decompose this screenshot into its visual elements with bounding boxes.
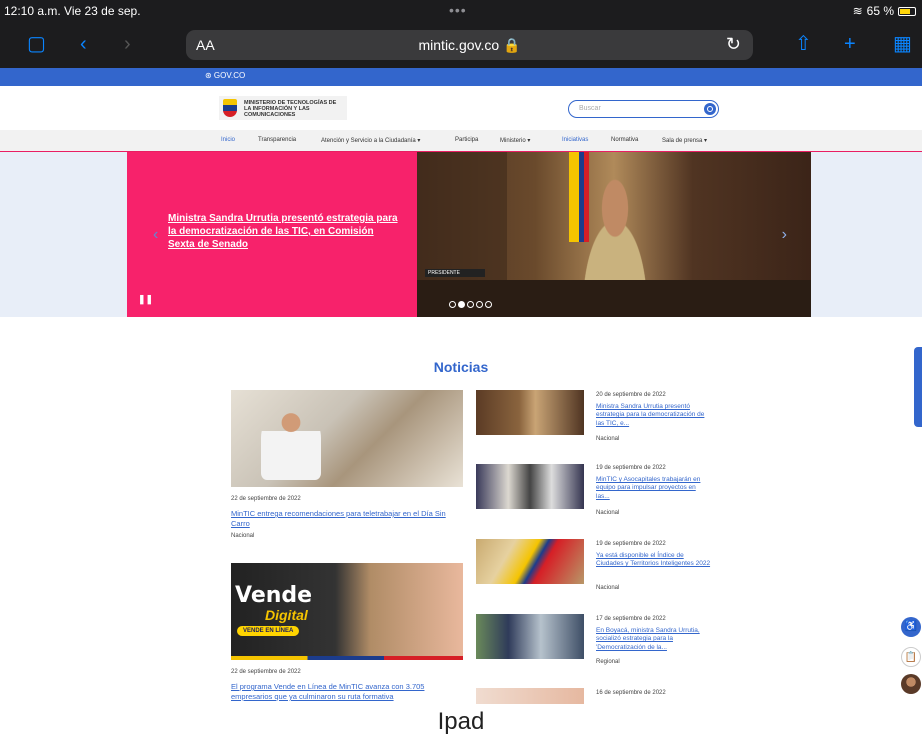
gov-co-link[interactable]: ⊛ GOV.CO (205, 71, 245, 80)
carousel-dot-active[interactable] (458, 301, 465, 308)
mintic-logo[interactable]: MINISTERIO DE TECNOLOGÍAS DE LA INFORMAC… (219, 96, 347, 120)
news-image-teletrabajo[interactable] (231, 390, 463, 487)
photo-desk (417, 280, 811, 317)
digital-word: Digital (265, 607, 308, 623)
share-icon[interactable]: ⇧ (795, 33, 812, 55)
accessibility-icon: ♿ (904, 621, 918, 632)
nav-item-transparencia[interactable]: Transparencia (258, 137, 296, 143)
presidente-plate: PRESIDENTE (425, 269, 485, 277)
news-category: Nacional (231, 533, 255, 539)
nav-item-inicio[interactable]: Inicio (221, 137, 235, 143)
carousel-indicators (449, 301, 492, 308)
forward-icon[interactable]: › (124, 33, 131, 55)
news-date: 20 de septiembre de 2022 (596, 392, 666, 398)
sidebar-icon[interactable]: ▢ (27, 33, 46, 55)
news-date: 16 de septiembre de 2022 (596, 690, 666, 696)
news-category: Nacional (596, 510, 620, 516)
news-date: 19 de septiembre de 2022 (596, 541, 666, 547)
news-image-vende-digital[interactable]: Vende Digital VENDE EN LÍNEA (231, 563, 463, 660)
url-text[interactable]: mintic.gov.co 🔒 (186, 37, 753, 54)
carousel-dot[interactable] (476, 301, 483, 308)
carousel-prev-icon[interactable]: ‹ (153, 226, 158, 244)
address-bar[interactable]: AA mintic.gov.co 🔒 ↻ (186, 30, 753, 60)
colombia-stripe (231, 656, 463, 660)
add-tab-icon[interactable]: + (844, 33, 856, 55)
nav-item-iniciativas[interactable]: Iniciativas (562, 137, 588, 143)
search-icon[interactable] (704, 103, 716, 115)
ipad-screenshot: 12:10 a.m. Vie 23 de sep. ••• ≋ 65 % ▢ ‹… (0, 0, 922, 736)
tabs-icon[interactable]: ▦ (893, 33, 912, 55)
safari-toolbar: ▢ ‹ › AA mintic.gov.co 🔒 ↻ ⇧ + ▦ (0, 22, 922, 68)
hero-text-panel: ‹ Ministra Sandra Urrutia presentó estra… (127, 152, 417, 317)
battery-percent: 65 % (866, 4, 894, 18)
news-title-link[interactable]: MinTIC entrega recomendaciones para tele… (231, 509, 461, 529)
news-date: 22 de septiembre de 2022 (231, 496, 301, 502)
reload-icon[interactable]: ↻ (726, 34, 741, 55)
status-right: ≋ 65 % (853, 4, 916, 18)
multitask-dots[interactable]: ••• (449, 2, 467, 18)
news-category: Nacional (596, 585, 620, 591)
news-category: Nacional (596, 436, 620, 442)
site-header: MINISTERIO DE TECNOLOGÍAS DE LA INFORMAC… (0, 86, 922, 130)
nav-item-participa[interactable]: Participa (455, 137, 478, 143)
vende-word: Vende (235, 583, 313, 608)
accessibility-sidebar[interactable] (914, 347, 922, 427)
vende-en-linea-badge: VENDE EN LÍNEA (237, 626, 300, 636)
avatar[interactable] (901, 674, 921, 694)
nav-item-ministerio[interactable]: Ministerio ▾ (500, 137, 530, 144)
news-thumb[interactable] (476, 614, 584, 659)
news-category: Regional (596, 659, 620, 665)
carousel-next-icon[interactable]: › (782, 226, 787, 244)
colombia-crest-icon (223, 99, 237, 117)
clipboard-button[interactable]: 📋 (901, 647, 921, 667)
clipboard-icon: 📋 (904, 652, 918, 663)
news-date: 22 de septiembre de 2022 (231, 669, 301, 675)
news-title-link[interactable]: El programa Vende en Línea de MinTIC ava… (231, 682, 461, 702)
news-thumb[interactable] (476, 539, 584, 584)
hero-photo[interactable]: PRESIDENTE › (417, 152, 811, 317)
news-title-link[interactable]: Ya está disponible el Índice de Ciudades… (596, 552, 711, 569)
gov-co-bar: ⊛ GOV.CO (0, 68, 922, 86)
nav-item-sala-de-prensa[interactable]: Sala de prensa ▾ (662, 137, 707, 144)
news-date: 19 de septiembre de 2022 (596, 465, 666, 471)
accessibility-button[interactable]: ♿ (901, 617, 921, 637)
news-title-link[interactable]: Ministra Sandra Urrutia presentó estrate… (596, 403, 711, 428)
news-title-link[interactable]: MinTIC y Asocapitales trabajarán en equi… (596, 476, 711, 501)
wifi-icon: ≋ (852, 4, 863, 18)
nav-item-atencion[interactable]: Atención y Servicio a la Ciudadanía ▾ (321, 137, 420, 144)
status-time: 12:10 a.m. Vie 23 de sep. (4, 4, 141, 18)
news-date: 17 de septiembre de 2022 (596, 616, 666, 622)
carousel-dot[interactable] (449, 301, 456, 308)
battery-icon (898, 6, 916, 16)
logo-text: MINISTERIO DE TECNOLOGÍAS DE LA INFORMAC… (244, 100, 337, 118)
hero-headline-link[interactable]: Ministra Sandra Urrutia presentó estrate… (168, 212, 403, 251)
noticias-heading: Noticias (433, 359, 489, 375)
back-icon[interactable]: ‹ (80, 33, 87, 55)
nav-item-normativa[interactable]: Normativa (611, 137, 638, 143)
search-field[interactable]: Buscar (568, 100, 719, 118)
search-placeholder: Buscar (579, 105, 601, 112)
caption: Ipad (0, 704, 922, 736)
news-thumb[interactable] (476, 464, 584, 509)
pause-icon[interactable]: ❚❚ (138, 294, 153, 305)
news-thumb[interactable] (476, 390, 584, 435)
vende-digital-logo: Vende Digital VENDE EN LÍNEA (231, 581, 331, 641)
news-title-link[interactable]: En Boyacá, ministra Sandra Urrutia, soci… (596, 627, 711, 652)
carousel-dot[interactable] (485, 301, 492, 308)
hero-carousel: ‹ Ministra Sandra Urrutia presentó estra… (0, 152, 922, 317)
status-bar: 12:10 a.m. Vie 23 de sep. ••• ≋ 65 % (0, 0, 922, 22)
carousel-dot[interactable] (467, 301, 474, 308)
main-nav: Inicio Transparencia Atención y Servicio… (0, 130, 922, 152)
